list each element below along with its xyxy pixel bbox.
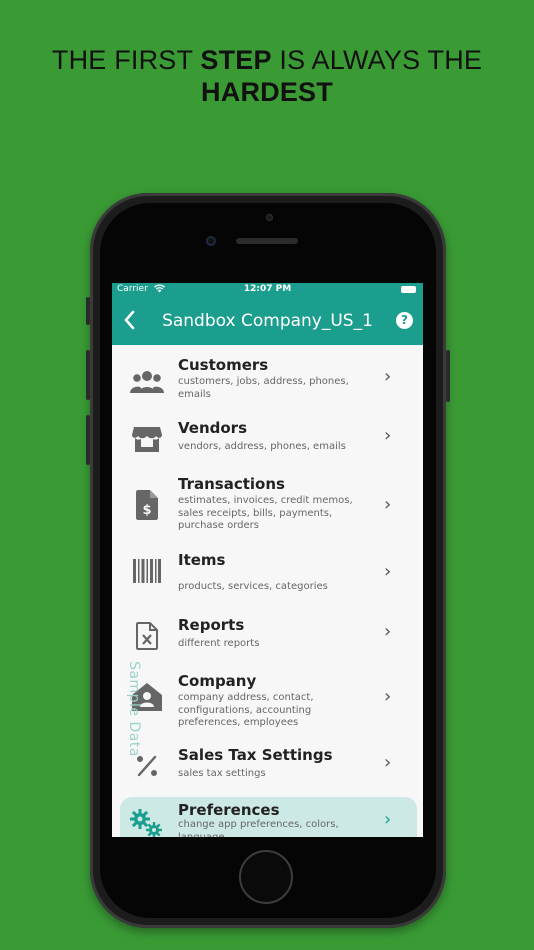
menu-item-subtitle: customers, jobs, address, phones, emails	[178, 376, 349, 400]
menu-item-title: Preferences	[178, 801, 280, 819]
menu-item-sales-tax-settings[interactable]: Sales Tax Settings sales tax settings ›	[112, 745, 423, 795]
chevron-right-icon: ›	[384, 621, 392, 642]
menu-item-subtitle: company address, contact, configurations…	[178, 692, 314, 728]
store-icon	[130, 422, 164, 456]
report-file-icon	[130, 619, 164, 653]
menu-item-subtitle: vendors, address, phones, emails	[178, 441, 346, 452]
menu-item-customers[interactable]: Customers customers, jobs, address, phon…	[112, 355, 423, 405]
headline-line-2: HARDEST	[201, 77, 333, 107]
menu-item-subtitle: different reports	[178, 638, 260, 649]
people-icon	[130, 365, 164, 399]
help-button[interactable]: ?	[396, 312, 413, 329]
menu-item-title: Reports	[178, 616, 245, 634]
proximity-sensor	[266, 214, 273, 221]
barcode-icon	[130, 554, 164, 588]
menu-item-vendors[interactable]: Vendors vendors, address, phones, emails…	[112, 418, 423, 468]
menu-item-title: Items	[178, 551, 226, 569]
front-camera	[206, 236, 216, 246]
chevron-right-icon: ›	[384, 809, 392, 830]
home-button[interactable]	[239, 850, 293, 904]
chevron-right-icon: ›	[384, 752, 392, 773]
power-button	[446, 350, 450, 402]
menu-item-subtitle: change app preferences, colors, language	[178, 819, 339, 837]
status-bar: Carrier 12:07 PM	[112, 283, 423, 298]
menu-item-title: Customers	[178, 356, 269, 374]
menu-item-company[interactable]: Company company address, contact, config…	[112, 670, 423, 736]
gears-icon	[130, 807, 164, 837]
menu-item-items[interactable]: Items products, services, categories ›	[112, 550, 423, 600]
menu-item-title: Vendors	[178, 419, 248, 437]
menu-item-title: Sales Tax Settings	[178, 746, 333, 764]
sample-data-watermark: Sample Data	[126, 661, 142, 757]
headline-line-1: THE FIRST STEP IS ALWAYS THE	[51, 45, 483, 75]
chevron-right-icon: ›	[384, 366, 392, 387]
menu-item-subtitle: estimates, invoices, credit memos, sales…	[178, 495, 353, 531]
menu-item-subtitle: sales tax settings	[178, 768, 266, 779]
mute-switch	[86, 297, 90, 325]
earpiece-speaker	[236, 238, 298, 244]
menu-item-subtitle: products, services, categories	[178, 581, 328, 592]
svg-text:$: $	[142, 503, 151, 518]
menu-item-reports[interactable]: Reports different reports ›	[112, 615, 423, 665]
status-time: 12:07 PM	[243, 284, 292, 294]
menu-item-title: Transactions	[178, 475, 285, 493]
volume-up-button	[86, 350, 90, 400]
app-screen: Carrier 12:07 PM Sandbox Company_US_1 ? …	[112, 283, 423, 837]
receipt-dollar-icon: $	[130, 488, 164, 522]
nav-bar: Sandbox Company_US_1 ?	[112, 298, 423, 345]
battery-icon	[401, 286, 416, 293]
nav-title: Sandbox Company_US_1	[162, 311, 373, 331]
chevron-right-icon: ›	[384, 425, 392, 446]
chevron-right-icon: ›	[384, 494, 392, 515]
chevron-right-icon: ›	[384, 686, 392, 707]
menu-item-title: Company	[178, 672, 257, 690]
chevron-right-icon: ›	[384, 561, 392, 582]
volume-down-button	[86, 415, 90, 465]
menu-item-transactions[interactable]: $ Transactions estimates, invoices, cred…	[112, 474, 423, 540]
headline: THE FIRST STEP IS ALWAYS THE HARDEST	[0, 44, 534, 108]
menu-item-preferences[interactable]: Preferences change app preferences, colo…	[112, 797, 423, 837]
